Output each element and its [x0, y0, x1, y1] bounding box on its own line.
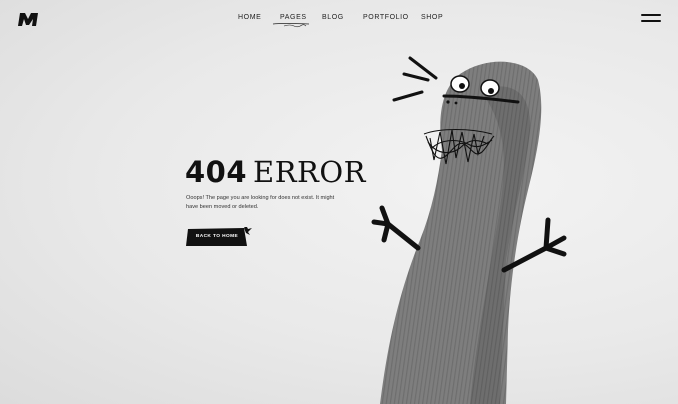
error-heading: 404 ERROR: [185, 155, 366, 190]
hamburger-line: [641, 20, 661, 22]
nav-shop[interactable]: SHOP: [421, 14, 443, 21]
nav-blog[interactable]: BLOG: [322, 14, 344, 21]
nav-portfolio[interactable]: PORTFOLIO: [363, 14, 409, 21]
error-code: 404: [185, 155, 248, 189]
nav-pages-label: PAGES: [280, 14, 307, 21]
back-to-home-button[interactable]: BACK TO HOME: [186, 227, 252, 246]
left-stick-arm: [371, 205, 421, 251]
error-message: Ooops! The page you are looking for does…: [186, 195, 335, 210]
nav-pages[interactable]: PAGES: [272, 14, 310, 28]
hamburger-line: [641, 14, 661, 16]
brand-logo[interactable]: [17, 12, 39, 27]
hamburger-menu-icon[interactable]: [641, 14, 661, 24]
error-word: ERROR: [253, 155, 366, 189]
sock-puppet-illustration: [371, 56, 567, 404]
active-scribble-underline: [272, 23, 310, 28]
back-to-home-label: BACK TO HOME: [195, 234, 239, 239]
nav-home[interactable]: HOME: [238, 14, 261, 21]
